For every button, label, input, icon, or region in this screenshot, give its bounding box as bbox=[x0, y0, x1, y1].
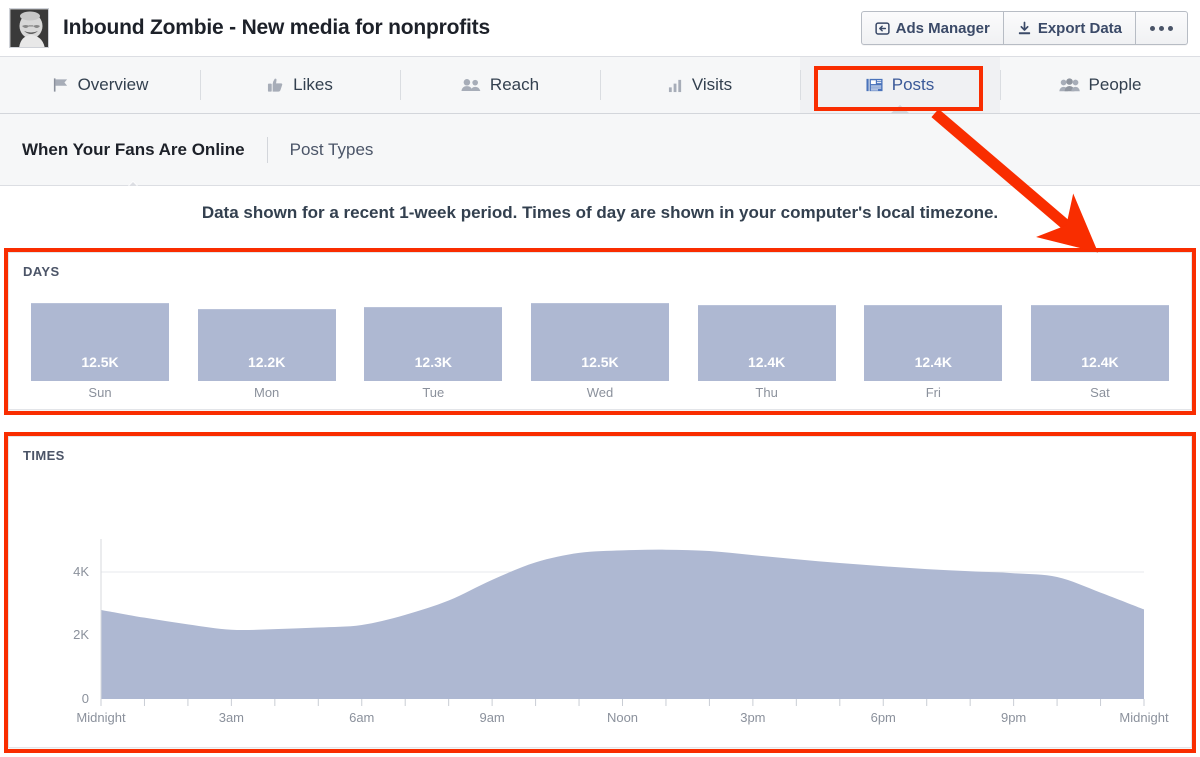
flag-icon bbox=[52, 77, 69, 93]
profile-photo-icon bbox=[10, 9, 49, 48]
main-nav-tabs: Overview Likes Reach bbox=[0, 57, 1200, 114]
tab-posts[interactable]: Posts bbox=[800, 57, 1000, 113]
y-axis-label: 4K bbox=[61, 564, 89, 579]
more-options-button[interactable] bbox=[1136, 12, 1187, 44]
x-axis-label: Midnight bbox=[1094, 710, 1194, 725]
day-bar-label: Sat bbox=[1031, 385, 1169, 400]
day-column[interactable]: 12.5K Sun bbox=[31, 303, 169, 403]
tab-overview[interactable]: Overview bbox=[0, 57, 200, 113]
description-text: Data shown for a recent 1-week period. T… bbox=[0, 186, 1200, 240]
subtab-post-types[interactable]: Post Types bbox=[268, 133, 396, 167]
x-axis-label: 3am bbox=[181, 710, 281, 725]
day-bar-value: 12.5K bbox=[581, 354, 618, 370]
x-axis-label: Midnight bbox=[51, 710, 151, 725]
day-column[interactable]: 12.4K Sat bbox=[1031, 303, 1169, 403]
download-icon bbox=[1017, 21, 1032, 36]
day-column[interactable]: 12.4K Fri bbox=[864, 303, 1002, 403]
x-axis-label: 3pm bbox=[703, 710, 803, 725]
day-bar[interactable]: 12.5K bbox=[531, 303, 669, 381]
page-title: Inbound Zombie - New media for nonprofit… bbox=[63, 16, 490, 40]
day-bar[interactable]: 12.2K bbox=[198, 309, 336, 381]
export-data-button[interactable]: Export Data bbox=[1004, 12, 1136, 44]
tab-people[interactable]: People bbox=[1000, 57, 1200, 113]
avatar[interactable] bbox=[9, 8, 49, 48]
sub-nav-tabs: When Your Fans Are Online Post Types bbox=[0, 114, 1200, 186]
day-bar-value: 12.3K bbox=[415, 354, 452, 370]
x-axis-label: 6pm bbox=[833, 710, 933, 725]
day-bar-label: Wed bbox=[531, 385, 669, 400]
posts-icon bbox=[866, 77, 883, 93]
people-icon bbox=[461, 77, 481, 93]
ads-manager-button[interactable]: Ads Manager bbox=[862, 12, 1004, 44]
tab-likes[interactable]: Likes bbox=[200, 57, 400, 113]
tab-reach-label: Reach bbox=[490, 75, 539, 95]
tab-visits[interactable]: Visits bbox=[600, 57, 800, 113]
x-axis-label: 9am bbox=[442, 710, 542, 725]
export-data-label: Export Data bbox=[1038, 20, 1122, 37]
subtab-when-your-fans-are-online-label: When Your Fans Are Online bbox=[22, 140, 245, 159]
day-bar[interactable]: 12.4K bbox=[698, 305, 836, 381]
ads-manager-label: Ads Manager bbox=[896, 20, 990, 37]
ads-manager-icon bbox=[875, 21, 890, 36]
bar-chart-icon bbox=[668, 78, 683, 93]
active-tab-caret bbox=[890, 105, 910, 114]
day-bar-value: 12.2K bbox=[248, 354, 285, 370]
tab-likes-label: Likes bbox=[293, 75, 333, 95]
tab-people-label: People bbox=[1089, 75, 1142, 95]
day-bar[interactable]: 12.5K bbox=[31, 303, 169, 381]
days-bar-chart: 12.5K Sun 12.2K Mon 12.3K Tue 12.5K Wed 12.4K Thu… bbox=[31, 303, 1169, 403]
day-bar[interactable]: 12.4K bbox=[864, 305, 1002, 381]
day-bar-label: Mon bbox=[198, 385, 336, 400]
tab-visits-label: Visits bbox=[692, 75, 732, 95]
day-bar-label: Sun bbox=[31, 385, 169, 400]
tab-reach[interactable]: Reach bbox=[400, 57, 600, 113]
page-header: Inbound Zombie - New media for nonprofit… bbox=[0, 0, 1200, 57]
thumbs-up-icon bbox=[267, 77, 284, 93]
day-column[interactable]: 12.5K Wed bbox=[531, 303, 669, 403]
subtab-post-types-label: Post Types bbox=[290, 140, 374, 159]
day-bar[interactable]: 12.3K bbox=[364, 307, 502, 381]
people-group-icon bbox=[1059, 77, 1080, 93]
x-axis-label: 9pm bbox=[964, 710, 1064, 725]
day-bar-label: Fri bbox=[864, 385, 1002, 400]
day-bar-label: Thu bbox=[698, 385, 836, 400]
ellipsis-icon bbox=[1150, 26, 1173, 31]
x-axis-label: 6am bbox=[312, 710, 412, 725]
days-panel-title: DAYS bbox=[23, 264, 60, 279]
day-bar[interactable]: 12.4K bbox=[1031, 305, 1169, 381]
y-axis-label: 0 bbox=[61, 691, 89, 706]
day-column[interactable]: 12.3K Tue bbox=[364, 303, 502, 403]
day-bar-value: 12.5K bbox=[81, 354, 118, 370]
tab-overview-label: Overview bbox=[78, 75, 149, 95]
x-axis-label: Noon bbox=[573, 710, 673, 725]
day-bar-value: 12.4K bbox=[1081, 354, 1118, 370]
day-bar-value: 12.4K bbox=[915, 354, 952, 370]
day-bar-label: Tue bbox=[364, 385, 502, 400]
times-chart-svg bbox=[9, 437, 1193, 749]
tab-posts-label: Posts bbox=[892, 75, 935, 95]
facebook-insights-page: Inbound Zombie - New media for nonprofit… bbox=[0, 0, 1200, 757]
y-axis-label: 2K bbox=[61, 627, 89, 642]
days-panel: DAYS 12.5KSun12.2KMon12.3KTue12.5KWed12.… bbox=[8, 252, 1192, 410]
day-column[interactable]: 12.4K Thu bbox=[698, 303, 836, 403]
day-bar-value: 12.4K bbox=[748, 354, 785, 370]
times-panel: TIMES 02K4KMidnight3am6am9amNoon3pm6pm9p… bbox=[8, 436, 1192, 748]
header-actions: Ads Manager Export Data bbox=[861, 11, 1188, 45]
subtab-when-your-fans-are-online[interactable]: When Your Fans Are Online bbox=[0, 133, 267, 167]
times-area-chart: 0 2K 4K Midnight 3am 6am 9am Noon 3pm 6pm 9pm Midni… bbox=[9, 437, 1193, 749]
day-column[interactable]: 12.2K Mon bbox=[198, 303, 336, 403]
